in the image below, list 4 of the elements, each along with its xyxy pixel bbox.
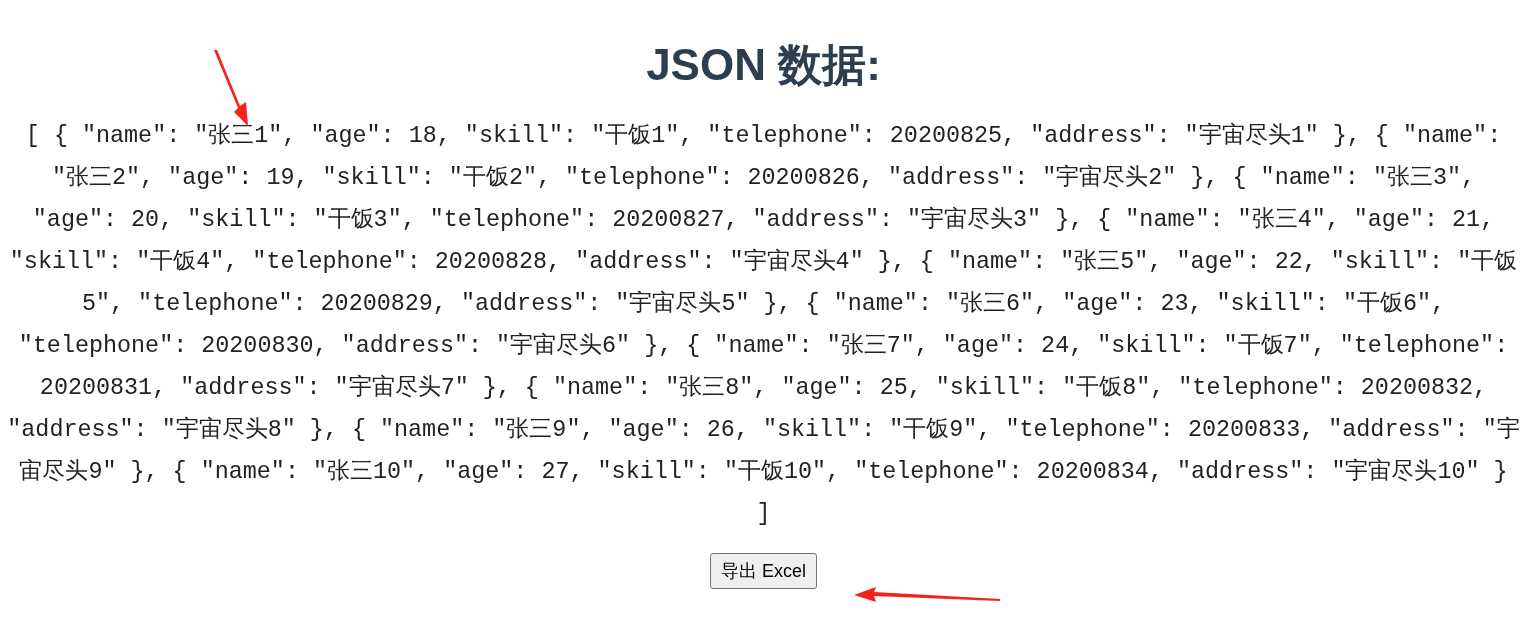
json-text: [ { "name": "张三1", "age": 18, "skill": "干饭1", "telephone": 20200825, "address": "宇宙尽头1" }, { "name": "张三2", "age": 19, "skill": "干饭2", "telephone": 20200826, "address": "宇宙尽头2" }, { "name": "张三3", "age": 20, "skill": "干饭3", "telephone": 20200827, "address": "宇宙尽头3" }, { "name": "张三4", "age": 21, "skill": "干饭4", "telephone": 20200828, "address": "宇宙尽头4" }, { "name": "张三5", "age": 22, "skill": "干饭5", "telephone": 20200829, "address": "宇宙尽头5" }, { "name": "张三6", "age": 23, "skill": "干饭6", "telephone": 20200830, "address": "宇宙尽头6" }, { "name": "张三7", "age": 24, "skill": "干饭7", "telephone": 20200831, "address": "宇宙尽头7" }, { "name": "张三8", "age": 25, "skill": "干饭8", "telephone": 20200832, "address": "宇宙尽头8" }, { "name": "张三9", "age": 26, "skill": "干饭9", "telephone": 20200833, "address": "宇宙尽头9" }, { "name": "张三10", "age": 27, "skill": "干饭10", "telephone": 20200834, "address": "宇宙尽头10" } ] [6, 121, 1521, 529]
page-heading: JSON 数据: [646, 39, 881, 91]
annotation-arrow-icon [854, 587, 1000, 603]
export-excel-button[interactable]: 导出 Excel [710, 553, 817, 589]
